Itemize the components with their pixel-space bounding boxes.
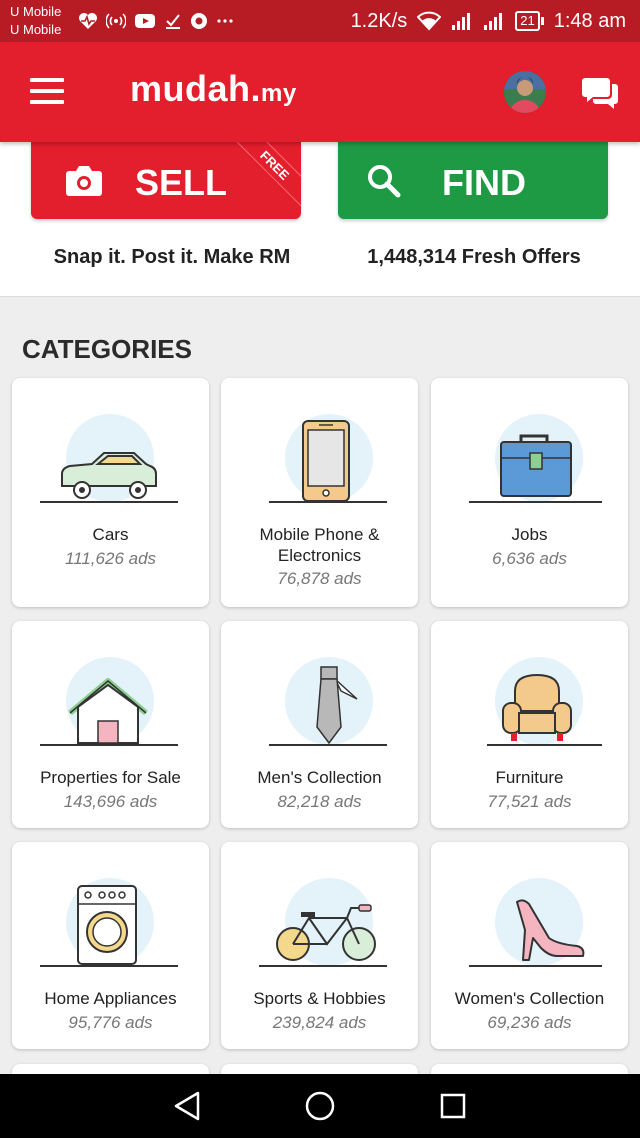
category-count: 95,776 ads (68, 1013, 153, 1032)
carrier-1: U Mobile (10, 4, 62, 19)
category-name: Cars (92, 525, 129, 544)
category-count: 143,696 ads (63, 792, 158, 811)
category-count: 111,626 ads (64, 549, 157, 568)
avatar[interactable] (504, 71, 546, 113)
system-status: 1.2K/s 21 1:48 am (351, 10, 626, 33)
app-bar: mudah.my (0, 42, 640, 142)
youtube-icon (135, 14, 155, 28)
category-count: 239,824 ads (272, 1013, 367, 1032)
armchair-icon (487, 657, 602, 746)
hotspot-icon (106, 13, 126, 29)
category-card-mens-collection[interactable]: Men's Collection 82,218 ads (221, 621, 418, 828)
category-name: Men's Collection (257, 768, 382, 787)
necktie-icon (269, 657, 387, 746)
sell-label: SELL (135, 162, 228, 203)
carrier-2: U Mobile (10, 22, 62, 37)
category-card-cars[interactable]: Cars 111,626 ads (12, 378, 209, 607)
category-count: 82,218 ads (277, 792, 362, 811)
category-name: Home Appliances (44, 989, 177, 1008)
briefcase-icon (469, 414, 602, 503)
system-nav-bar (0, 1074, 640, 1138)
mudah-logo[interactable]: mudah.my (130, 68, 297, 110)
notification-icons (78, 12, 234, 30)
category-count: 77,521 ads (487, 792, 572, 811)
wifi-icon (417, 11, 442, 31)
heart-rate-icon (79, 13, 97, 29)
chat-bubbles-icon[interactable] (580, 72, 622, 114)
signal-icon (484, 13, 503, 30)
category-card-furniture[interactable]: Furniture 77,521 ads (431, 621, 628, 828)
hamburger-menu-icon[interactable] (30, 78, 70, 108)
status-bar: U Mobile U Mobile 1.2K/s 21 1:48 am (0, 0, 640, 42)
category-name: Jobs (511, 525, 548, 544)
category-name: Mobile Phone & Electronics (259, 525, 380, 565)
sell-button[interactable]: SELL FREE (31, 142, 301, 219)
categories-title: CATEGORIES (22, 334, 192, 364)
find-label: FIND (442, 162, 526, 203)
car-icon (40, 414, 178, 503)
find-tagline: 1,448,314 Fresh Offers (367, 246, 581, 268)
battery-icon: 21 (515, 11, 544, 31)
category-card-mobile-phone-electronics[interactable]: Mobile Phone & Electronics 76,878 ads (221, 378, 418, 607)
category-count: 6,636 ads (492, 549, 567, 568)
more-icon (217, 19, 233, 23)
category-name: Properties for Sale (40, 768, 181, 787)
search-icon (368, 165, 401, 198)
category-count: 76,878 ads (277, 569, 362, 588)
download-check-icon (166, 14, 180, 29)
carrier-labels: U Mobile U Mobile (10, 3, 74, 39)
clock: 1:48 am (553, 9, 626, 32)
find-button[interactable]: FIND (338, 142, 608, 219)
sell-tagline: Snap it. Post it. Make RM (53, 246, 291, 268)
house-icon (40, 657, 178, 746)
camera-icon (66, 166, 102, 196)
back-icon[interactable] (162, 1081, 212, 1131)
recents-icon[interactable] (428, 1081, 478, 1131)
battery-level: 21 (515, 11, 540, 31)
logo-main: mudah. (130, 68, 262, 109)
category-card-home-appliances[interactable]: Home Appliances 95,776 ads (12, 842, 209, 1049)
category-card-jobs[interactable]: Jobs 6,636 ads (431, 378, 628, 607)
category-card-properties-for-sale[interactable]: Properties for Sale 143,696 ads (12, 621, 209, 828)
logo-suffix: my (261, 80, 297, 107)
category-count: 69,236 ads (487, 1013, 572, 1032)
category-name: Sports & Hobbies (253, 989, 386, 1008)
bicycle-icon (259, 878, 387, 967)
mobile-phone-icon (269, 414, 387, 503)
washing-machine-icon (40, 878, 178, 967)
category-name: Women's Collection (454, 989, 605, 1008)
network-speed: 1.2K/s (350, 9, 408, 32)
hero-section: SELL FREE FIND Snap it. Post it. Make RM… (0, 142, 640, 297)
chrome-icon (191, 13, 207, 29)
home-icon[interactable] (295, 1081, 345, 1131)
category-card-womens-collection[interactable]: Women's Collection 69,236 ads (431, 842, 628, 1049)
category-card-sports-hobbies[interactable]: Sports & Hobbies 239,824 ads (221, 842, 418, 1049)
signal-icon (452, 13, 471, 30)
high-heel-icon (469, 878, 602, 967)
category-name: Furniture (495, 768, 564, 787)
free-badge: FREE (231, 142, 301, 209)
